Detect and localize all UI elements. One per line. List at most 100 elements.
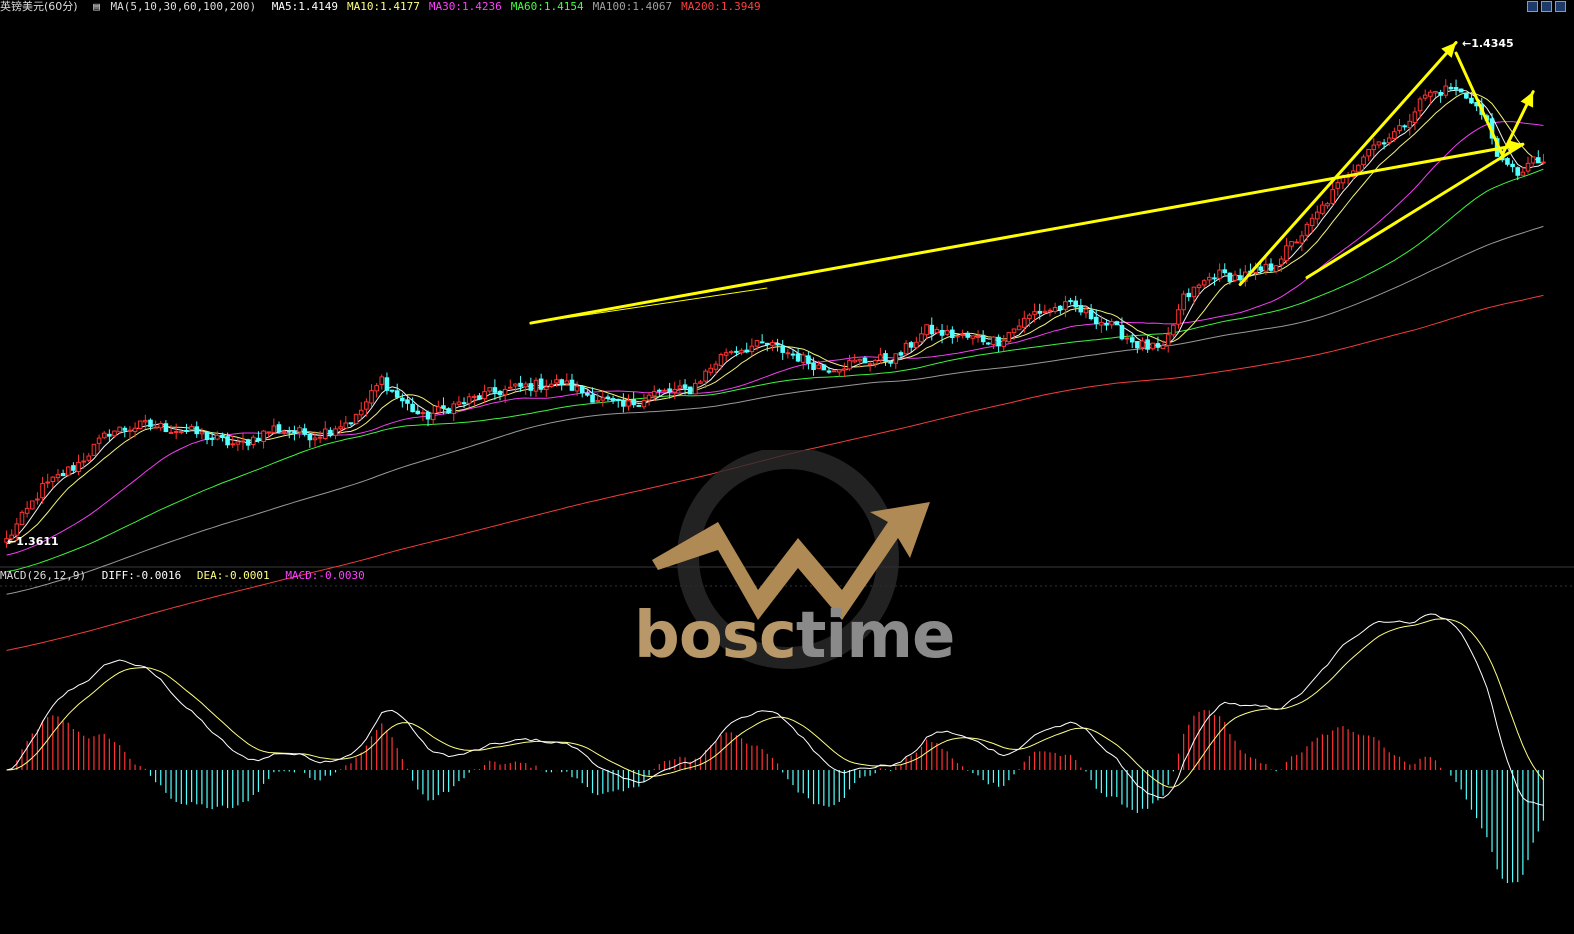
candle-body <box>528 383 534 391</box>
wordmark-part1: bosc <box>634 599 797 673</box>
candle-body <box>667 388 672 393</box>
macd-panel-header: MACD(26,12,9) DIFF:-0.0016 DEA:-0.0001 M… <box>0 569 374 583</box>
chart-canvas[interactable] <box>0 0 1574 931</box>
price-panel-header: 英镑美元(60分) ▤ MA(5,10,30,60,100,200) MA5:1… <box>0 0 779 14</box>
candle-body <box>1515 167 1521 176</box>
candle-body <box>847 360 852 370</box>
candle-body <box>507 386 513 389</box>
candle-body <box>996 336 1001 347</box>
candle-body <box>1207 276 1212 281</box>
candle-body <box>631 399 636 406</box>
candle-body <box>1186 292 1192 298</box>
annotation-thin-line <box>530 287 768 324</box>
candle-body <box>389 389 395 392</box>
candle-body <box>19 511 25 526</box>
candle-body <box>554 379 559 384</box>
candle-body <box>621 400 626 407</box>
candle-body <box>91 443 97 456</box>
candle-body <box>199 431 205 435</box>
candle-body <box>1068 300 1073 303</box>
candle-body <box>225 436 230 446</box>
candle-body <box>358 409 364 416</box>
candle-body <box>718 354 724 366</box>
candle-body <box>549 383 554 387</box>
candle-body <box>276 424 282 433</box>
candle-body <box>86 455 92 461</box>
candle-body <box>538 378 544 390</box>
candle-body <box>1037 310 1043 314</box>
candle-body <box>1227 272 1233 282</box>
candle-body <box>703 370 708 382</box>
panel-next-icon[interactable] <box>1555 1 1566 12</box>
candle-body <box>394 390 400 398</box>
candle-body <box>209 437 215 440</box>
panel-prev-icon[interactable] <box>1541 1 1552 12</box>
candle-body <box>65 466 71 476</box>
candle-body <box>1330 189 1335 204</box>
candle-body <box>451 403 457 415</box>
candle-body <box>744 349 750 353</box>
candle-body <box>55 474 61 479</box>
kline-chart-svg[interactable] <box>0 0 1574 931</box>
candle-body <box>523 383 529 388</box>
candle-body <box>1021 317 1027 328</box>
candle-body <box>1093 316 1099 325</box>
indicator-icon[interactable]: ▤ <box>93 0 100 13</box>
candle-body <box>1438 92 1443 96</box>
candle-body <box>1525 162 1531 172</box>
candle-body <box>343 422 349 429</box>
candle-body <box>1268 263 1274 271</box>
candle-body <box>220 434 225 439</box>
candle-body <box>81 460 86 463</box>
candle-body <box>1361 156 1366 166</box>
ma-item-ma5: MA5:1.4149 <box>271 0 339 13</box>
candle-body <box>333 428 338 436</box>
candle-body <box>1212 277 1217 280</box>
candle-body <box>708 367 714 373</box>
candle-body <box>235 441 241 445</box>
candle-body <box>1145 339 1150 350</box>
candle-body <box>1222 269 1228 274</box>
candle-body <box>1469 97 1474 104</box>
ma-item-ma30: MA30:1.4236 <box>428 0 502 13</box>
candle-body <box>179 431 184 434</box>
candle-body <box>148 419 153 427</box>
low-price-label: ←1.3611 <box>7 535 59 548</box>
candle-body <box>662 389 667 392</box>
candle-body <box>1027 314 1032 320</box>
candle-body <box>764 342 770 345</box>
candle-body <box>1258 266 1264 271</box>
candle-body <box>101 432 107 439</box>
candle-body <box>420 412 426 415</box>
candle-body <box>600 397 606 401</box>
candle-body <box>986 342 991 345</box>
candle-body <box>482 391 487 400</box>
candle-body <box>1083 308 1089 314</box>
candle-body <box>878 354 883 361</box>
candle-body <box>384 377 390 391</box>
candle-body <box>1464 92 1469 99</box>
candle-body <box>430 412 436 421</box>
candle-body <box>960 334 965 337</box>
high-price-label: ←1.4345 <box>1462 37 1514 50</box>
boscitme-wordmark: bosctime <box>634 604 955 668</box>
ma-line-ma200 <box>6 294 1544 651</box>
candle-body <box>173 430 179 433</box>
candle-body <box>1047 309 1053 312</box>
candle-body <box>872 359 878 365</box>
candle-body <box>1099 321 1104 326</box>
candle-body <box>122 427 128 431</box>
ma-line-ma30 <box>6 121 1544 556</box>
candle-body <box>1289 241 1294 247</box>
candle-body <box>338 426 343 430</box>
panel-restore-icon[interactable] <box>1527 1 1538 12</box>
candle-body <box>908 342 914 348</box>
candle-body <box>184 429 189 432</box>
candle-body <box>1011 328 1017 334</box>
candle-body <box>96 437 102 444</box>
candle-body <box>204 431 210 441</box>
candle-body <box>641 400 647 408</box>
candle-body <box>559 379 564 386</box>
candle-body <box>734 350 739 353</box>
candle-body <box>1386 137 1392 144</box>
